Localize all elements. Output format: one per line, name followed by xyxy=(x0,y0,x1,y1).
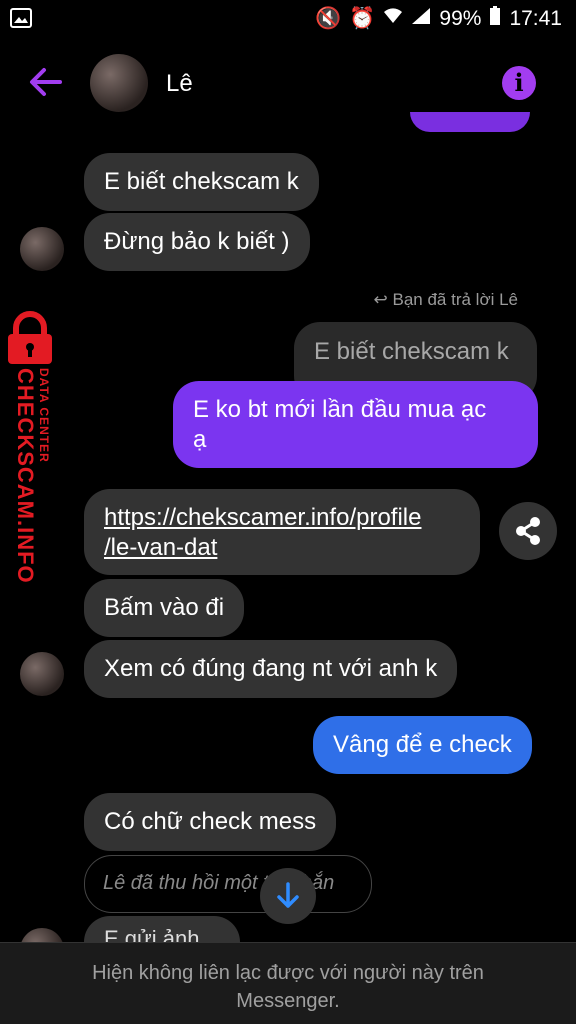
message-bubble[interactable]: Có chữ check mess xyxy=(84,793,337,851)
battery-level: 99% xyxy=(439,7,482,30)
watermark-brand: CHECKSCAM.INFO xyxy=(13,368,38,584)
message-bubble[interactable]: Bấm vào đi xyxy=(84,579,245,637)
message-bubble[interactable]: E biết chekscam k xyxy=(84,153,319,211)
reply-indicator: ↩ Bạn đã trả lời Lê xyxy=(373,290,518,309)
previous-message-bubble xyxy=(410,112,530,132)
contact-avatar[interactable] xyxy=(90,54,148,112)
battery-icon xyxy=(489,6,501,32)
message-bubble[interactable]: Đừng bảo k biết ) xyxy=(84,213,310,271)
status-bar: 🔇 ⏰ 99% 17:41 xyxy=(0,0,576,40)
sender-avatar[interactable] xyxy=(20,652,64,696)
link-text[interactable]: https://chekscamer.info/profile xyxy=(104,504,421,531)
watermark-sub: DATA CENTER xyxy=(37,368,51,463)
info-icon[interactable]: i xyxy=(502,66,536,100)
recalled-message: Lê đã thu hồi một tin nhắn xyxy=(84,855,372,913)
contact-name[interactable]: Lê xyxy=(166,70,193,98)
message-bubble-sent[interactable]: E ko bt mới lần đầu mua ạc ạ xyxy=(173,381,538,468)
reply-icon: ↩ xyxy=(373,290,393,309)
link-message[interactable]: https://chekscamer.info/profile/le-van-d… xyxy=(84,489,480,575)
share-icon[interactable] xyxy=(499,502,557,560)
message-bubble-sent[interactable]: Vâng để e check xyxy=(313,716,532,774)
sender-avatar[interactable] xyxy=(20,227,64,271)
link-text[interactable]: /le-van-dat xyxy=(104,534,217,561)
watermark: CHECKSCAM.INFO DATA CENTER xyxy=(2,310,66,590)
mute-icon: 🔇 xyxy=(315,7,342,30)
message-bubble[interactable]: Xem có đúng đang nt với anh k xyxy=(84,640,458,698)
back-arrow-icon[interactable] xyxy=(28,64,64,100)
gallery-notification-icon xyxy=(10,8,32,33)
clock: 17:41 xyxy=(509,7,562,30)
signal-icon xyxy=(411,7,431,31)
alarm-icon: ⏰ xyxy=(349,7,376,30)
unavailable-notice: Hiện không liên lạc được với người này t… xyxy=(0,942,576,1024)
scroll-down-icon[interactable] xyxy=(260,868,316,924)
wifi-icon xyxy=(383,7,403,31)
